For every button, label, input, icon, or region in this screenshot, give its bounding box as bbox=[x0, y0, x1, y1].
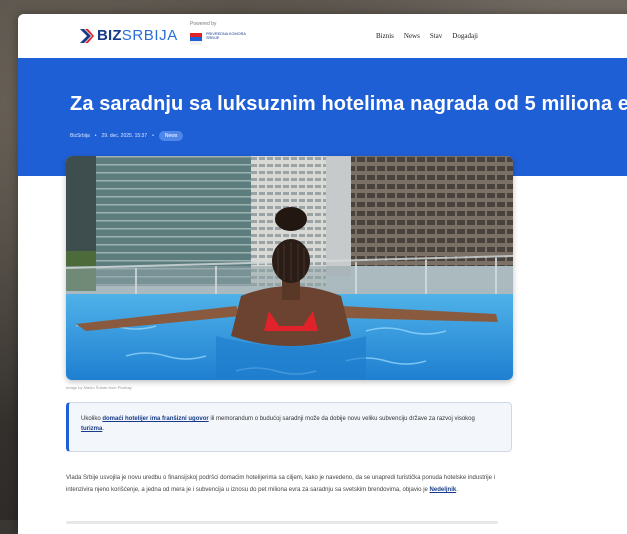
pool-woman-image bbox=[66, 156, 513, 380]
chamber-emblem-icon bbox=[190, 33, 202, 45]
powered-by-label: Powered by bbox=[190, 21, 217, 27]
article-title: Za saradnju sa luksuznim hotelima nagrad… bbox=[70, 93, 627, 115]
article-paragraph: Vlada Srbije usvojila je novu uredbu o f… bbox=[66, 472, 516, 496]
partner-name: PRIVREDNA KOMORA SRBIJE bbox=[206, 32, 246, 41]
site-header: BIZ SRBIJA Powered by PRIVREDNA KOMORA S… bbox=[18, 14, 627, 58]
callout-text-middle: ili memorandum o budućoj saradnji može d… bbox=[208, 416, 475, 422]
category-tag[interactable]: News bbox=[158, 131, 184, 141]
meta-separator: • bbox=[94, 133, 97, 139]
article-source: BizSrbija bbox=[70, 133, 90, 139]
nav-item-biznis[interactable]: Biznis bbox=[376, 32, 394, 40]
article-lead-callout: Ukoliko domaći hotelijer ima franšizni u… bbox=[66, 402, 512, 452]
nav-item-dogadjaji[interactable]: Događaji bbox=[452, 32, 478, 40]
logo-chevron-icon bbox=[80, 28, 94, 43]
callout-text-end: . bbox=[102, 426, 105, 432]
article-photo bbox=[66, 156, 513, 380]
article-date: 29. dec. 2025. 15:37 bbox=[101, 133, 148, 139]
image-credit: Image by Marko Šoban from Pixabay bbox=[66, 385, 132, 390]
franchise-link[interactable]: domaći hotelijer ima franšizni ugovor bbox=[102, 416, 208, 422]
main-nav: Biznis News Stav Događaji bbox=[376, 32, 478, 40]
meta-separator: • bbox=[152, 133, 154, 139]
next-paragraph-cutoff bbox=[66, 518, 516, 526]
article-meta: BizSrbija • 29. dec. 2025. 15:37 • News bbox=[70, 131, 184, 141]
paragraph-end: . bbox=[456, 487, 458, 493]
bizsrbija-logo[interactable]: BIZ SRBIJA bbox=[80, 27, 178, 44]
nav-item-news[interactable]: News bbox=[404, 32, 420, 40]
partner-logo[interactable]: Powered by PRIVREDNA KOMORA SRBIJE bbox=[190, 21, 250, 51]
callout-text-start: Ukoliko bbox=[81, 416, 103, 422]
article-page: BIZ SRBIJA Powered by PRIVREDNA KOMORA S… bbox=[18, 14, 627, 534]
nav-item-stav[interactable]: Stav bbox=[430, 32, 442, 40]
nedeljnik-link[interactable]: Nedeljnik bbox=[430, 487, 457, 493]
logo-text-light: SRBIJA bbox=[121, 27, 178, 44]
tourism-link[interactable]: turizma bbox=[81, 426, 102, 432]
logo-text-bold: BIZ bbox=[97, 27, 122, 44]
